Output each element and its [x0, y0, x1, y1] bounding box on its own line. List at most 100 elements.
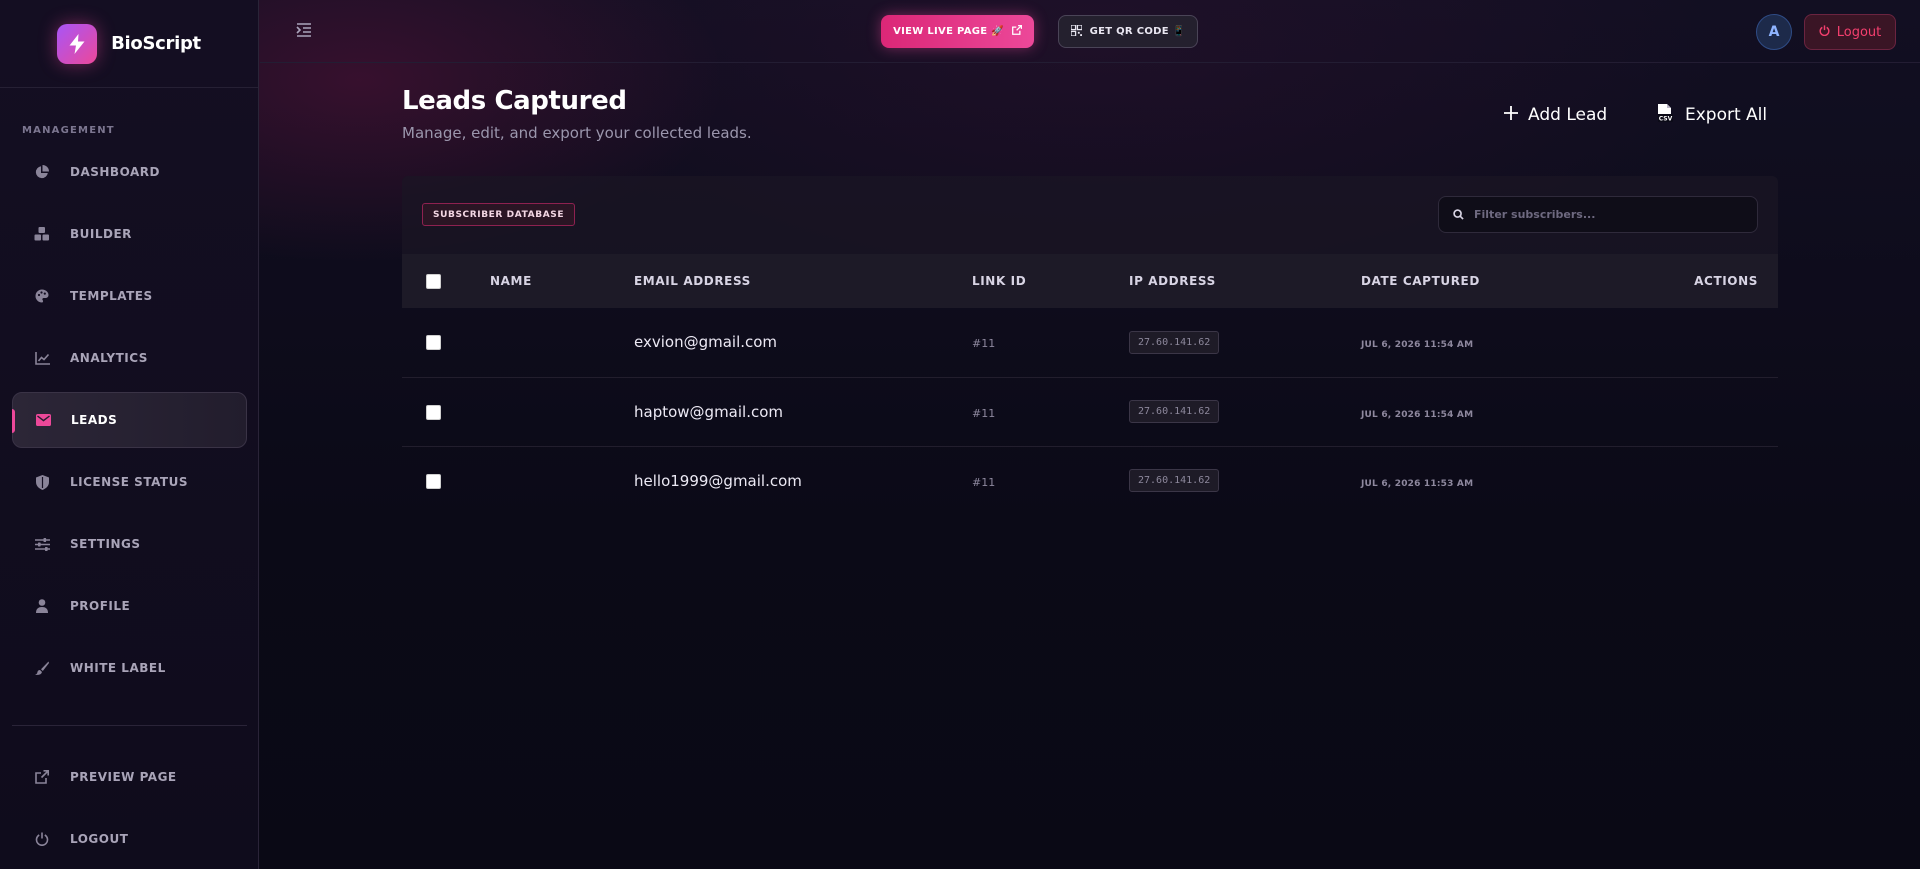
ip-cell: 27.60.141.62: [1129, 308, 1361, 377]
ip-cell: 27.60.141.62: [1129, 446, 1361, 515]
sidebar-item-label: WHITE LABEL: [70, 661, 166, 675]
sidebar-item-builder[interactable]: BUILDER: [12, 206, 247, 262]
leads-table: NAME EMAIL ADDRESS LINK ID IP ADDRESS DA…: [402, 254, 1778, 515]
column-header-name[interactable]: NAME: [490, 254, 634, 308]
column-header-ip-address[interactable]: IP ADDRESS: [1129, 254, 1361, 308]
line-chart-icon: [34, 350, 50, 366]
email-cell: hello1999@gmail.com: [634, 471, 802, 490]
table-row: hello1999@gmail.com #11 27.60.141.62 JUL…: [402, 446, 1778, 515]
avatar[interactable]: A: [1756, 14, 1792, 50]
date-cell: JUL 6, 2026 11:54 AM: [1361, 308, 1588, 377]
sidebar-item-leads[interactable]: LEADS: [12, 392, 247, 448]
logout-button[interactable]: Logout: [1804, 14, 1896, 50]
leads-card: SUBSCRIBER DATABASE NAME EMAIL ADDRESS L…: [402, 176, 1778, 516]
svg-text:CSV: CSV: [1659, 115, 1673, 122]
sidebar-item-label: DASHBOARD: [70, 165, 160, 179]
sidebar-item-label: PREVIEW PAGE: [70, 770, 177, 784]
search-icon: [1453, 205, 1464, 224]
pie-chart-icon: [34, 164, 50, 180]
sidebar-item-label: LEADS: [71, 413, 118, 427]
add-lead-label: Add Lead: [1528, 105, 1608, 125]
sidebar-item-dashboard[interactable]: DASHBOARD: [12, 144, 247, 200]
link-id-cell: #11: [972, 377, 1129, 446]
get-qr-code-button[interactable]: GET QR CODE 📱: [1058, 15, 1198, 48]
actions-cell: [1588, 446, 1778, 515]
ip-cell: 27.60.141.62: [1129, 377, 1361, 446]
plus-icon: [1504, 105, 1518, 125]
view-live-page-button[interactable]: VIEW LIVE PAGE 🚀: [881, 15, 1034, 48]
brand[interactable]: BioScript: [0, 0, 258, 88]
sidebar-item-label: ANALYTICS: [70, 351, 148, 365]
date-captured-value: JUL 6, 2026 11:54 AM: [1361, 409, 1474, 420]
sidebar-item-label: BUILDER: [70, 227, 132, 241]
get-qr-code-label: GET QR CODE 📱: [1089, 26, 1186, 37]
filter-field: [1438, 196, 1758, 233]
column-header-date-captured[interactable]: DATE CAPTURED: [1361, 254, 1588, 308]
sidebar-item-preview-page[interactable]: PREVIEW PAGE: [12, 749, 247, 805]
palette-icon: [34, 288, 50, 304]
topbar: VIEW LIVE PAGE 🚀 GET QR CODE 📱 A Logout: [260, 0, 1920, 63]
table-header: NAME EMAIL ADDRESS LINK ID IP ADDRESS DA…: [402, 254, 1778, 308]
column-header-actions: ACTIONS: [1694, 274, 1758, 288]
link-id-value: #11: [972, 406, 996, 420]
column-header-link-id[interactable]: LINK ID: [972, 254, 1129, 308]
sidebar-item-settings[interactable]: SETTINGS: [12, 516, 247, 572]
name-cell: [490, 446, 634, 515]
user-icon: [34, 598, 50, 614]
subscriber-database-badge: SUBSCRIBER DATABASE: [422, 203, 576, 226]
row-select-cell: [402, 308, 490, 377]
date-cell: JUL 6, 2026 11:54 AM: [1361, 377, 1588, 446]
select-all-cell: [402, 254, 490, 308]
sidebar-item-logout[interactable]: LOGOUT: [12, 811, 247, 867]
shield-icon: [34, 474, 50, 490]
cubes-icon: [34, 226, 50, 242]
power-icon: [34, 831, 50, 847]
ip-address-chip: 27.60.141.62: [1129, 330, 1220, 354]
row-select-cell: [402, 377, 490, 446]
add-lead-button[interactable]: Add Lead: [1504, 103, 1607, 127]
brush-icon: [34, 660, 50, 676]
sidebar-item-label: PROFILE: [70, 599, 131, 613]
qr-code-icon: [1069, 23, 1083, 39]
sidebar-item-templates[interactable]: TEMPLATES: [12, 268, 247, 324]
nav-section-label: MANAGEMENT: [22, 125, 115, 136]
logout-label: Logout: [1836, 24, 1882, 40]
power-icon: [1819, 24, 1830, 40]
row-checkbox[interactable]: [426, 404, 441, 420]
sidebar-toggle-icon[interactable]: [296, 22, 314, 40]
table-body: exvion@gmail.com #11 27.60.141.62 JUL 6,…: [402, 308, 1778, 515]
select-all-checkbox[interactable]: [426, 273, 441, 289]
row-select-cell: [402, 446, 490, 515]
link-id-value: #11: [972, 475, 996, 489]
sidebar: BioScript MANAGEMENT DASHBOARD BUILDER T…: [0, 0, 259, 869]
email-cell: exvion@gmail.com: [634, 333, 778, 352]
actions-cell: [1588, 377, 1778, 446]
sidebar-divider: [12, 725, 247, 726]
date-captured-value: JUL 6, 2026 11:54 AM: [1361, 340, 1474, 351]
view-live-page-label: VIEW LIVE PAGE 🚀: [893, 26, 1004, 37]
ip-address-chip: 27.60.141.62: [1129, 469, 1220, 493]
sidebar-nav: DASHBOARD BUILDER TEMPLATES ANALYTICS LE…: [12, 144, 247, 702]
email-cell: haptow@gmail.com: [634, 402, 784, 421]
sidebar-item-analytics[interactable]: ANALYTICS: [12, 330, 247, 386]
leads-card-header: SUBSCRIBER DATABASE: [402, 176, 1778, 254]
row-checkbox[interactable]: [426, 335, 441, 351]
date-cell: JUL 6, 2026 11:53 AM: [1361, 446, 1588, 515]
sidebar-item-white-label[interactable]: WHITE LABEL: [12, 640, 247, 696]
row-checkbox[interactable]: [426, 473, 441, 489]
envelope-icon: [35, 412, 51, 428]
ip-address-chip: 27.60.141.62: [1129, 400, 1220, 423]
external-link-icon: [34, 769, 50, 785]
brand-name: BioScript: [111, 33, 201, 54]
filter-subscribers-input[interactable]: [1474, 208, 1734, 221]
name-cell: [490, 377, 634, 446]
sidebar-item-label: LOGOUT: [70, 832, 129, 846]
sidebar-item-profile[interactable]: PROFILE: [12, 578, 247, 634]
sidebar-bottom-nav: PREVIEW PAGE LOGOUT: [12, 749, 247, 869]
sidebar-item-label: LICENSE STATUS: [70, 475, 188, 489]
name-cell: [490, 308, 634, 377]
sidebar-item-license-status[interactable]: LICENSE STATUS: [12, 454, 247, 510]
app-root: BioScript MANAGEMENT DASHBOARD BUILDER T…: [0, 0, 1920, 869]
export-all-button[interactable]: CSV Export All: [1657, 103, 1767, 127]
column-header-email[interactable]: EMAIL ADDRESS: [634, 254, 972, 308]
